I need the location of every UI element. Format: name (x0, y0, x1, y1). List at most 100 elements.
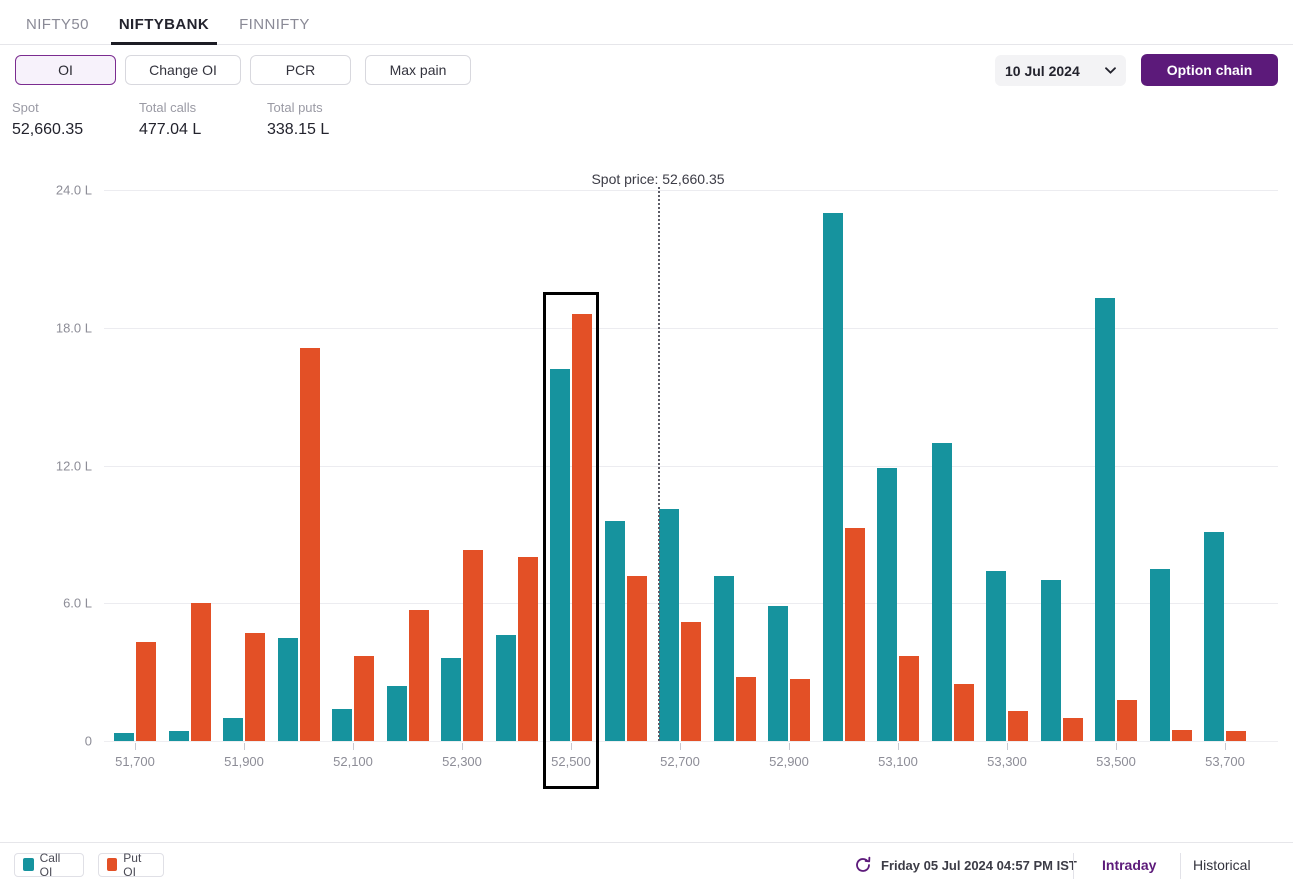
filter-chip-oi[interactable]: OI (15, 55, 116, 85)
view-mode-historical[interactable]: Historical (1193, 857, 1251, 873)
filter-chip-pcr[interactable]: PCR (250, 55, 351, 85)
x-axis-tick-label: 53,100 (878, 754, 918, 769)
call-oi-bar[interactable] (659, 509, 679, 741)
y-axis-tick-label: 12.0 L (55, 458, 92, 473)
call-oi-bar[interactable] (332, 708, 352, 741)
put-oi-bar[interactable] (518, 557, 538, 741)
call-oi-bar[interactable] (1150, 568, 1170, 741)
x-axis-tick (571, 743, 572, 750)
option-chain-button[interactable]: Option chain (1141, 54, 1278, 86)
stat-label: Total calls (139, 100, 197, 115)
put-oi-bar[interactable] (409, 610, 429, 741)
call-oi-bar[interactable] (823, 212, 843, 741)
call-oi-bar[interactable] (1041, 580, 1061, 741)
legend-label: Call OI (39, 850, 61, 879)
call-oi-bar[interactable] (1095, 297, 1115, 741)
legend-item-call-oi[interactable]: Call OI (14, 850, 84, 879)
oi-bar-chart: 0 6.0 L 12.0 L 18.0 L 24.0 L 51,700 51,900 52,1… (0, 160, 1293, 830)
stat-value: 52,660.35 (12, 121, 84, 138)
x-axis-tick-label: 52,100 (333, 754, 373, 769)
put-oi-bar[interactable] (1063, 718, 1083, 741)
call-oi-bar[interactable] (114, 732, 134, 741)
view-mode-intraday[interactable]: Intraday (1102, 857, 1156, 873)
summary-stats: Spot 52,660.35 Total calls 477.04 L Total pu… (0, 100, 1293, 150)
x-axis-tick-label: 53,500 (1096, 754, 1136, 769)
x-axis-tick (135, 743, 136, 750)
legend-item-put-oi[interactable]: Put OI (98, 850, 164, 879)
last-updated-timestamp: Friday 05 Jul 2024 04:57 PM IST (881, 858, 1077, 873)
call-oi-bar[interactable] (387, 685, 407, 741)
put-oi-bar[interactable] (845, 527, 865, 741)
x-axis-tick (1225, 743, 1226, 750)
chart-plot-area: 0 6.0 L 12.0 L 18.0 L 24.0 L 51,700 51,900 52,1… (0, 160, 1293, 830)
x-axis-tick (898, 743, 899, 750)
stat-total-calls: Total calls 477.04 L (139, 100, 201, 139)
tab-finnifty[interactable]: FINNIFTY (227, 16, 322, 44)
spot-price-line (658, 187, 660, 741)
put-oi-bar[interactable] (191, 603, 211, 741)
put-oi-bar[interactable] (1117, 699, 1137, 741)
x-axis-tick-label: 52,300 (442, 754, 482, 769)
option-chain-oi-page: NIFTY50 NIFTYBANK FINNIFTY Max pain PCR Chan… (0, 0, 1293, 886)
tab-niftybank[interactable]: NIFTYBANK (107, 16, 221, 45)
put-oi-bar[interactable] (627, 575, 647, 741)
chevron-down-icon (1105, 67, 1116, 74)
call-oi-bar[interactable] (877, 467, 897, 741)
put-oi-bar[interactable] (1008, 711, 1028, 741)
stat-value: 477.04 L (139, 121, 202, 138)
put-oi-bar[interactable] (300, 348, 320, 741)
put-oi-bar[interactable] (245, 633, 265, 741)
tab-nifty50[interactable]: NIFTY50 (14, 16, 101, 44)
call-oi-bar[interactable] (550, 369, 570, 741)
call-oi-bar[interactable] (441, 658, 461, 741)
chart-footer: Call OI Put OI (0, 842, 1293, 886)
put-oi-bar[interactable] (136, 642, 156, 741)
x-axis-tick-label: 52,500 (551, 754, 591, 769)
filter-chip-max-pain[interactable]: Max pain (365, 55, 471, 85)
x-axis-tick (244, 743, 245, 750)
y-axis-tick-label: 18.0 L (55, 320, 92, 336)
put-oi-bar[interactable] (1226, 730, 1246, 741)
call-oi-bar[interactable] (169, 730, 189, 741)
x-axis-tick-label: 52,700 (660, 754, 700, 769)
x-axis-tick (353, 743, 354, 750)
stat-label: Total puts (267, 100, 323, 115)
legend-label: Put OI (123, 850, 142, 879)
put-oi-bar[interactable] (354, 656, 374, 741)
call-oi-bar[interactable] (1204, 532, 1224, 741)
refresh-icon[interactable] (854, 856, 872, 874)
put-oi-bar[interactable] (790, 679, 810, 741)
put-oi-bar[interactable] (1172, 729, 1192, 741)
x-axis-tick (789, 743, 790, 750)
call-oi-bar[interactable] (223, 718, 243, 741)
stat-label: Spot (12, 100, 39, 115)
x-axis-tick (1007, 743, 1008, 750)
call-oi-bar[interactable] (714, 575, 734, 741)
x-axis-tick-label: 52,900 (769, 754, 809, 769)
footer-divider-1 (1073, 853, 1074, 879)
call-oi-bar[interactable] (278, 637, 298, 741)
legend-color-swatch (23, 858, 34, 871)
gridline (104, 190, 1278, 191)
call-oi-bar[interactable] (605, 520, 625, 741)
call-oi-bar[interactable] (496, 635, 516, 741)
x-axis-tick-label: 51,900 (224, 754, 264, 769)
put-oi-bar[interactable] (899, 656, 919, 741)
put-oi-bar[interactable] (954, 683, 974, 741)
x-axis-tick (1116, 743, 1117, 750)
put-oi-bar[interactable] (463, 550, 483, 741)
put-oi-bar[interactable] (681, 621, 701, 741)
put-oi-bar[interactable] (572, 313, 592, 741)
put-oi-bar[interactable] (736, 676, 756, 741)
y-axis-tick-label: 6.0 L (63, 595, 92, 611)
x-axis-tick-label: 53,700 (1205, 754, 1245, 769)
footer-divider-2 (1180, 853, 1181, 879)
filter-chip-change-oi[interactable]: Change OI (125, 55, 241, 85)
y-axis-tick-label: 0 (84, 733, 92, 749)
call-oi-bar[interactable] (768, 605, 788, 741)
call-oi-bar[interactable] (986, 571, 1006, 741)
index-tab-bar: NIFTY50 NIFTYBANK FINNIFTY (0, 0, 1293, 45)
spot-price-label: Spot price: 52,660.35 (591, 171, 725, 187)
call-oi-bar[interactable] (932, 442, 952, 741)
expiry-date-picker[interactable]: 10 Jul 2024 (995, 55, 1126, 86)
